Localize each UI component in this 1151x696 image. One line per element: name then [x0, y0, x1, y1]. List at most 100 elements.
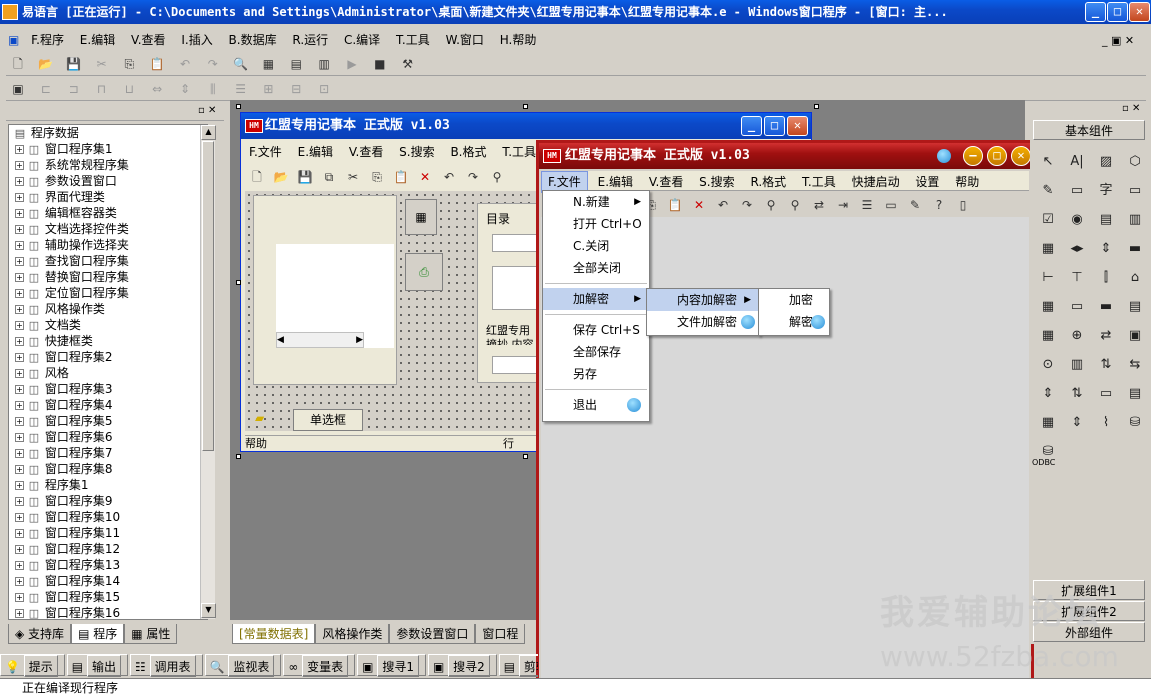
tree-item[interactable]: + ◫ 窗口程序集15 [9, 589, 207, 605]
expand-icon[interactable]: + [15, 225, 24, 234]
tree-item[interactable]: + ◫ 窗口程序集11 [9, 525, 207, 541]
palette-component-icon[interactable]: ↖ [1036, 150, 1060, 174]
tab-watch[interactable]: 🔍 监视表 [204, 654, 282, 677]
form-menu-edit[interactable]: E.编辑 [292, 143, 339, 161]
save-icon[interactable]: 💾 [64, 55, 84, 73]
run-maximize-button[interactable]: □ [987, 146, 1007, 166]
run-menu-edit[interactable]: E.编辑 [592, 172, 639, 192]
run-menu-search[interactable]: S.搜索 [693, 172, 740, 192]
paste-icon[interactable]: 📋 [147, 55, 167, 73]
palette-component-icon[interactable]: ⊢ [1036, 266, 1060, 290]
run-menu-help[interactable]: 帮助 [949, 172, 985, 192]
tree-item[interactable]: + ◫ 辅助操作选择夹 [9, 237, 207, 253]
tab-callstack[interactable]: ☷ 调用表 [129, 654, 203, 677]
tree-item[interactable]: + ◫ 窗口程序集6 [9, 429, 207, 445]
expand-icon[interactable]: + [15, 305, 24, 314]
palette-component-icon[interactable]: 字 [1094, 179, 1118, 203]
menu-item-content-encrypt[interactable]: 内容加解密 ▶ [647, 289, 759, 311]
tree-item[interactable]: + ◫ 窗口程序集14 [9, 573, 207, 589]
expand-icon[interactable]: + [15, 193, 24, 202]
menu-help[interactable]: H.帮助 [494, 30, 543, 50]
palette-component-icon[interactable]: ▦ [1036, 237, 1060, 261]
hscroll-small[interactable]: ◀ ▶ [276, 332, 364, 348]
align-bottom-icon[interactable]: ⊔ [119, 80, 139, 98]
dialog-icon[interactable]: ⎙ [405, 253, 443, 291]
palette-component-icon[interactable]: ⛁ [1123, 411, 1147, 435]
menu-tools[interactable]: T.工具 [390, 30, 436, 50]
cut-icon[interactable]: ✂ [91, 55, 111, 73]
run-menu-quicklaunch[interactable]: 快捷启动 [846, 172, 906, 192]
form-menu-format[interactable]: B.格式 [444, 143, 492, 161]
menu-view[interactable]: V.查看 [125, 30, 171, 50]
resize-handle[interactable] [236, 280, 241, 285]
tree-item[interactable]: + ◫ 定位窗口程序集 [9, 285, 207, 301]
run-menu-format[interactable]: R.格式 [744, 172, 792, 192]
editor-tab[interactable]: 风格操作类 [315, 624, 390, 644]
tab-hint[interactable]: 💡 提示 [0, 654, 65, 677]
tree-item[interactable]: + ◫ 窗口程序集12 [9, 541, 207, 557]
tab-support-lib[interactable]: ◈ 支持库 [8, 624, 72, 644]
tree-item[interactable]: + ◫ 窗口程序集8 [9, 461, 207, 477]
panel-pin-close[interactable]: ▫ ✕ [198, 105, 216, 116]
align-left-icon[interactable]: ⊏ [36, 80, 56, 98]
run-panel-icon[interactable]: ▯ [953, 196, 973, 214]
form-menu-file[interactable]: F.文件 [243, 143, 288, 161]
palette-component-icon[interactable]: ▭ [1065, 179, 1089, 203]
run-delete-icon[interactable]: ✕ [689, 196, 709, 214]
input-box-1[interactable] [492, 234, 542, 252]
tree-item[interactable]: + ◫ 参数设置窗口 [9, 173, 207, 189]
tree-item[interactable]: + ◫ 窗口程序集5 [9, 413, 207, 429]
menu-edit[interactable]: E.编辑 [74, 30, 121, 50]
menu-program[interactable]: F.程序 [25, 30, 70, 50]
space-h-icon[interactable]: ⫼ [203, 80, 223, 98]
open-folder-icon[interactable]: 📂 [36, 55, 56, 73]
center-v-icon[interactable]: ⊟ [286, 80, 306, 98]
run-menu-settings[interactable]: 设置 [909, 172, 945, 192]
tree-root[interactable]: ▤ 程序数据 [9, 125, 207, 141]
form-menu-view[interactable]: V.查看 [343, 143, 389, 161]
palette-component-icon[interactable]: ⇕ [1094, 237, 1118, 261]
tree-item[interactable]: + ◫ 窗口程序集7 [9, 445, 207, 461]
run-minimize-button[interactable]: – [963, 146, 983, 166]
minimize-button[interactable]: _ [1085, 2, 1106, 22]
palette-component-icon[interactable]: ▦ [1036, 411, 1060, 435]
menu-item-file-encrypt[interactable]: 文件加解密 [647, 311, 759, 333]
palette-component-icon[interactable]: ◉ [1065, 208, 1089, 232]
close-button[interactable]: ✕ [1129, 2, 1150, 22]
palette-component-icon[interactable]: ▬ [1094, 295, 1118, 319]
palette-component-icon[interactable]: ⊙ [1036, 353, 1060, 377]
tab-property[interactable]: ▦ 属性 [124, 624, 178, 644]
palette-component-icon[interactable]: ⇄ [1094, 324, 1118, 348]
radio-button-control[interactable]: 单选框 [293, 409, 363, 431]
expand-icon[interactable]: + [15, 433, 24, 442]
palette-component-icon[interactable]: ◂▸ [1065, 237, 1089, 261]
expand-icon[interactable]: + [15, 593, 24, 602]
expand-icon[interactable]: + [15, 257, 24, 266]
palette-component-icon[interactable]: ☑ [1036, 208, 1060, 232]
expand-icon[interactable]: + [15, 241, 24, 250]
center-h-icon[interactable]: ⊞ [258, 80, 278, 98]
resize-handle[interactable] [814, 104, 819, 109]
menu-item-encrypt-action[interactable]: 加密 [759, 289, 829, 311]
run-help-icon[interactable]: ? [929, 196, 949, 214]
palette-component-icon[interactable]: ▣ [1123, 324, 1147, 348]
tree-item[interactable]: + ◫ 风格操作类 [9, 301, 207, 317]
palette-component-icon[interactable]: ⬡ [1123, 150, 1147, 174]
find-icon[interactable]: 🔍 [231, 55, 251, 73]
run-menu-view[interactable]: V.查看 [643, 172, 689, 192]
tree-item[interactable]: + ◫ 窗口程序集1 [9, 141, 207, 157]
expand-icon[interactable]: + [15, 465, 24, 474]
left-container[interactable]: ◀ ▶ [253, 195, 397, 385]
tree-item[interactable]: + ◫ 窗口程序集9 [9, 493, 207, 509]
redo-icon[interactable]: ↷ [203, 55, 223, 73]
tree-item[interactable]: + ◫ 文档类 [9, 317, 207, 333]
run-note-icon[interactable]: ✎ [905, 196, 925, 214]
expand-icon[interactable]: + [15, 577, 24, 586]
palette-component-icon[interactable]: ▬ [1123, 237, 1147, 261]
run-menu-tools[interactable]: T.工具 [796, 172, 842, 192]
expand-icon[interactable]: + [15, 353, 24, 362]
menu-item-exit[interactable]: 退出 [543, 394, 649, 416]
menu-item-decrypt-action[interactable]: 解密 [759, 311, 829, 333]
menu-run[interactable]: R.运行 [286, 30, 334, 50]
run-icon[interactable]: ▶ [342, 55, 362, 73]
